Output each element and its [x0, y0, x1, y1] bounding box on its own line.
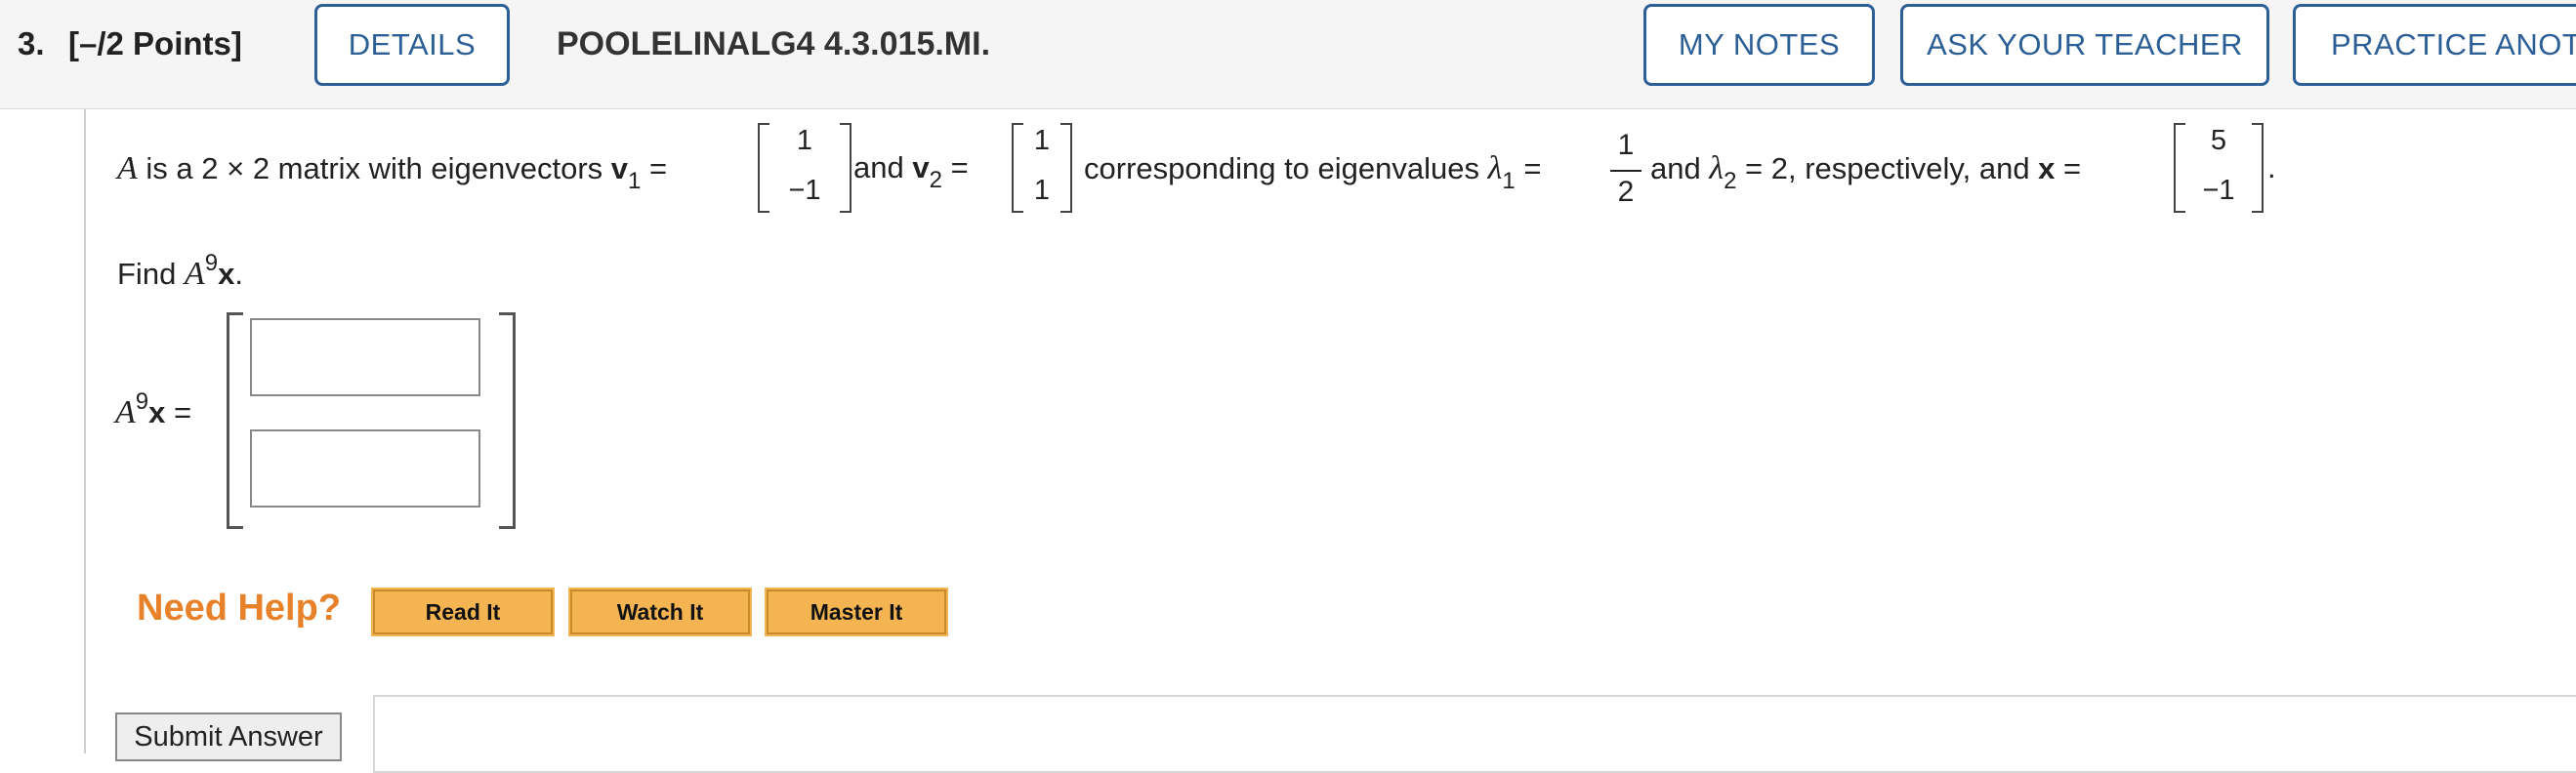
question-text-intro: A is a 2 × 2 matrix with eigenvectors v1… [117, 150, 668, 194]
answer-matrix [227, 312, 516, 529]
answer-input-row-1[interactable] [250, 318, 480, 396]
question-text-respectively: and λ2 = 2, respectively, and x = [1650, 150, 2082, 194]
practice-another-button[interactable]: PRACTICE ANOTHER [2293, 4, 2576, 86]
question-points: [–/2 Points] [68, 25, 242, 61]
submit-answer-button[interactable]: Submit Answer [115, 712, 342, 761]
read-it-button[interactable]: Read It [371, 588, 555, 636]
content-divider [84, 109, 86, 753]
problem-id: POOLELINALG4 4.3.015.MI. [557, 25, 991, 62]
question-number: 3. [18, 25, 45, 61]
eigenvector-v1: 1 −1 [758, 119, 852, 213]
response-panel [373, 695, 2576, 773]
eigenvalue-fraction: 1 2 [1606, 129, 1645, 217]
question-header: 3. [–/2 Points] DETAILS POOLELINALG4 4.3… [0, 0, 2576, 109]
question-text-eigenvalues: corresponding to eigenvalues λ1 = [1084, 150, 1542, 194]
answer-label: A9x = [115, 388, 192, 430]
master-it-button[interactable]: Master It [765, 588, 948, 636]
eigenvector-v2: 1 1 [1012, 119, 1072, 213]
find-prompt: Find A9x. [117, 250, 243, 292]
watch-it-button[interactable]: Watch It [568, 588, 752, 636]
details-button[interactable]: DETAILS [314, 4, 510, 86]
question-text-and: and v2 = [853, 150, 969, 193]
my-notes-button[interactable]: MY NOTES [1643, 4, 1875, 86]
question-period: . [2267, 150, 2276, 184]
answer-input-row-2[interactable] [250, 429, 480, 508]
ask-your-teacher-button[interactable]: ASK YOUR TEACHER [1900, 4, 2269, 86]
vector-x: 5 −1 [2174, 119, 2264, 213]
need-help-label: Need Help? [137, 588, 342, 629]
